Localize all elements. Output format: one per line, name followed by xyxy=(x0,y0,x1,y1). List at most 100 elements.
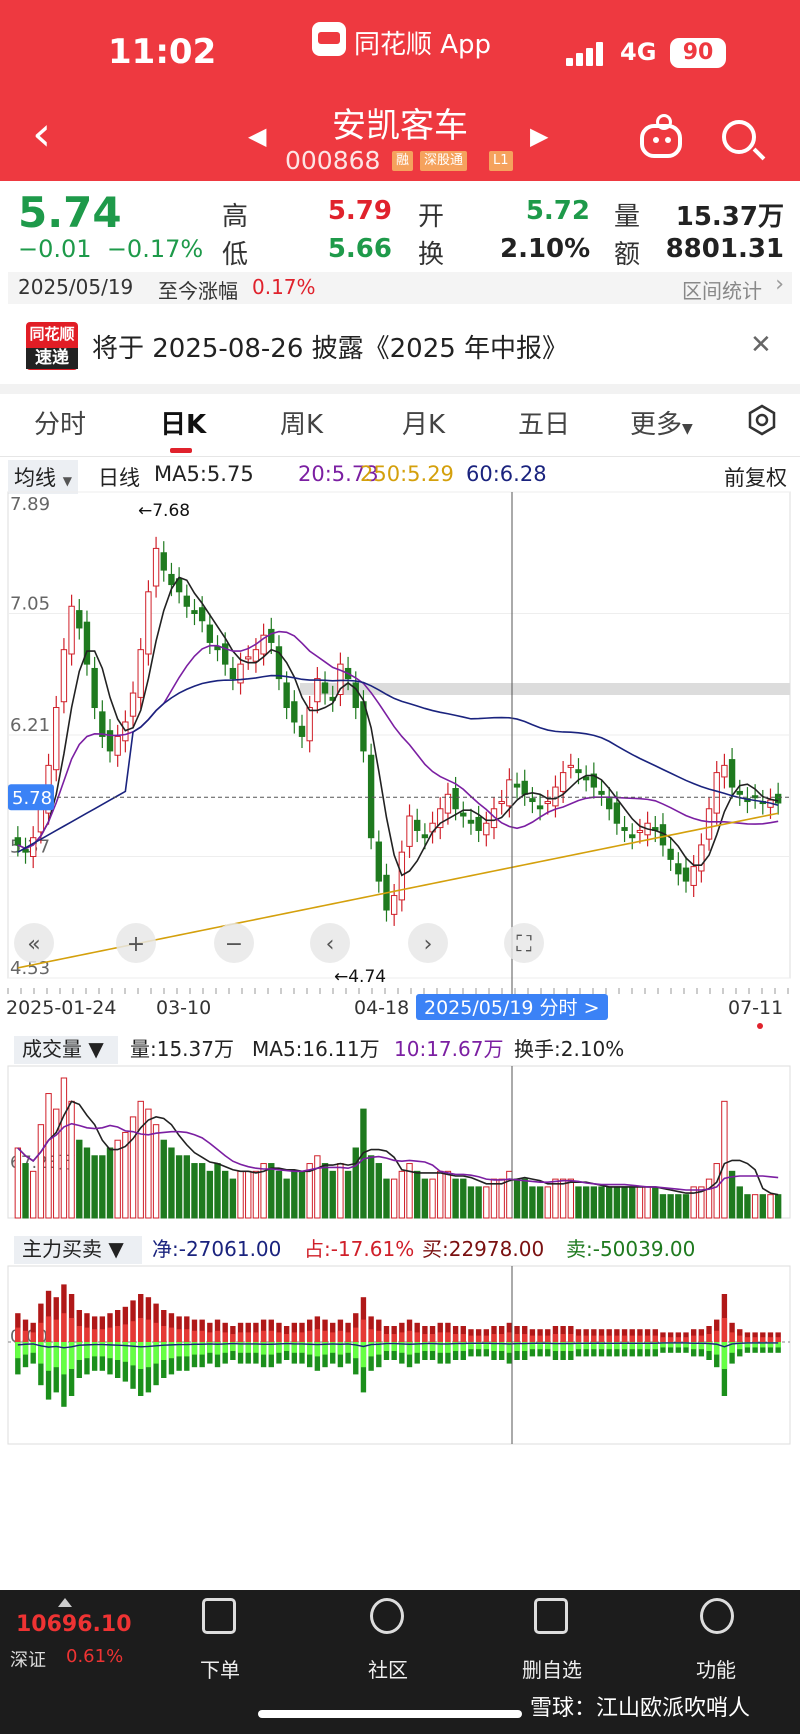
fullscreen-icon[interactable]: ⛶ xyxy=(504,923,544,963)
flow-buy-bar-inner xyxy=(690,1335,697,1342)
candle-body xyxy=(53,707,60,771)
volume-bar xyxy=(191,1163,198,1219)
next-stock-arrow-icon[interactable]: ▶ xyxy=(530,122,548,150)
tab-intraday[interactable]: 分时 xyxy=(34,404,86,441)
flow-buy-bar-inner xyxy=(184,1329,190,1342)
interval-label: 至今涨幅 xyxy=(158,279,238,303)
flow-buy-bar-inner xyxy=(606,1335,612,1342)
flow-buy-bar-inner xyxy=(621,1335,628,1342)
search-icon[interactable] xyxy=(722,120,756,154)
nav-functions[interactable]: 功能 xyxy=(696,1654,736,1683)
robot-assistant-icon[interactable] xyxy=(640,114,682,158)
index-name: 深证 xyxy=(10,1650,46,1671)
network-type: 4G xyxy=(620,38,657,66)
prev-stock-arrow-icon[interactable]: ◀ xyxy=(248,122,266,150)
flow-buy-bar-inner xyxy=(552,1334,559,1342)
tab-more[interactable]: 更多▼ xyxy=(630,404,693,441)
kline-chart[interactable]: 7.897.056.215.374.535.78←7.68←4.74«+−‹›⛶… xyxy=(0,488,800,1588)
status-app-name: 同花顺 App xyxy=(354,30,492,60)
order-icon[interactable] xyxy=(202,1598,236,1634)
news-logo-bottom: 速递 xyxy=(26,348,78,369)
volume-bar xyxy=(744,1194,751,1219)
volume-bar xyxy=(268,1163,275,1219)
flow-buy-bar-inner xyxy=(222,1332,228,1342)
watermark: 雪球：江山欧派吹哨人 xyxy=(530,1696,751,1721)
flow-buy-bar-inner xyxy=(283,1334,290,1342)
candle-body xyxy=(183,595,190,607)
candle-body xyxy=(529,798,536,803)
close-icon[interactable]: ✕ xyxy=(750,330,772,360)
flow-buy-bar-inner xyxy=(314,1329,321,1342)
scroll-left-icon[interactable]: ‹ xyxy=(310,923,350,963)
flow-buy-bar-inner xyxy=(368,1329,374,1342)
scroll-right-icon[interactable]: › xyxy=(408,923,448,963)
volume-bar xyxy=(575,1186,582,1219)
flow-buy-bar-inner xyxy=(253,1332,259,1342)
flow-buy-bar-inner xyxy=(353,1327,359,1342)
flow-buy-bar-inner xyxy=(506,1332,513,1342)
volume-bar xyxy=(68,1100,75,1219)
interval-change: 0.17% xyxy=(252,275,316,299)
candle-body xyxy=(613,802,621,824)
flow-buy-bar-inner xyxy=(637,1335,643,1342)
volume-bar xyxy=(498,1178,505,1219)
flow-buy-bar-inner xyxy=(445,1332,451,1342)
tab-weekly-k[interactable]: 周K xyxy=(280,404,323,441)
candle-body xyxy=(160,552,167,571)
zoom-out-icon[interactable]: − xyxy=(214,923,254,963)
flow-buy-bar-inner xyxy=(45,1316,52,1342)
index-value[interactable]: 10696.10 xyxy=(16,1612,132,1637)
flow-buy-bar-inner xyxy=(299,1332,305,1342)
volume-bar xyxy=(421,1178,429,1219)
flow-net-label: 净:-27061.00 xyxy=(152,1237,281,1261)
volume-bar xyxy=(45,1093,52,1219)
index-expand-icon[interactable] xyxy=(58,1598,72,1607)
volume-bar xyxy=(444,1170,452,1219)
settings-icon[interactable] xyxy=(746,404,778,436)
volume-bar xyxy=(37,1124,45,1219)
margin-tag: 融 xyxy=(392,151,414,171)
open-label: 开 xyxy=(418,202,445,232)
svg-text:«: « xyxy=(27,932,40,957)
flow-buy-bar-inner xyxy=(53,1319,59,1342)
interval-stats-button[interactable]: 区间统计 xyxy=(682,275,762,304)
flow-buy-bar-inner xyxy=(414,1332,420,1342)
volume-bar xyxy=(437,1170,444,1219)
nav-remove-watchlist[interactable]: 删自选 xyxy=(522,1654,582,1683)
flow-buy-bar-inner xyxy=(230,1334,236,1342)
candle-body xyxy=(298,725,306,737)
interval-bar[interactable]: 2025/05/19 至今涨幅 0.17% 区间统计 › xyxy=(8,272,792,304)
nav-order[interactable]: 下单 xyxy=(200,1654,240,1683)
volume-bar xyxy=(483,1186,490,1219)
y-tick-label: 7.05 xyxy=(10,594,50,615)
volume-bar xyxy=(467,1186,475,1219)
flow-buy-bar-inner xyxy=(598,1335,605,1342)
nav-community[interactable]: 社区 xyxy=(368,1654,408,1683)
candle-body xyxy=(690,866,697,886)
volume-bar xyxy=(53,1108,60,1219)
menu-icon[interactable] xyxy=(700,1598,734,1634)
remove-watchlist-icon[interactable] xyxy=(534,1598,568,1634)
divider xyxy=(0,384,800,394)
high-label: 高 xyxy=(222,202,249,232)
tab-five-day[interactable]: 五日 xyxy=(518,404,570,441)
zoom-back-icon[interactable]: « xyxy=(14,923,54,963)
flow-buy-bar-inner xyxy=(76,1326,82,1342)
tab-monthly-k[interactable]: 月K xyxy=(402,404,445,441)
news-text[interactable]: 将于 2025-08-26 披露《2025 年中报》 xyxy=(92,328,568,365)
divider xyxy=(0,456,800,457)
flow-buy-bar-inner xyxy=(475,1335,482,1342)
flow-buy-bar-inner xyxy=(30,1332,36,1342)
tab-daily-k[interactable]: 日K xyxy=(160,404,206,441)
home-indicator[interactable] xyxy=(258,1710,522,1718)
zoom-in-icon[interactable]: + xyxy=(116,923,156,963)
flow-buy-bar-inner xyxy=(498,1334,505,1342)
volume-bar xyxy=(659,1194,667,1219)
flow-buy-bar-inner xyxy=(91,1329,98,1342)
flow-buy-bar-inner xyxy=(245,1332,251,1342)
volume-bar xyxy=(629,1186,636,1219)
volume-bar xyxy=(237,1170,244,1219)
community-icon[interactable] xyxy=(370,1598,404,1634)
svg-text:−: − xyxy=(225,932,243,957)
flow-buy-bar-inner xyxy=(667,1337,674,1342)
